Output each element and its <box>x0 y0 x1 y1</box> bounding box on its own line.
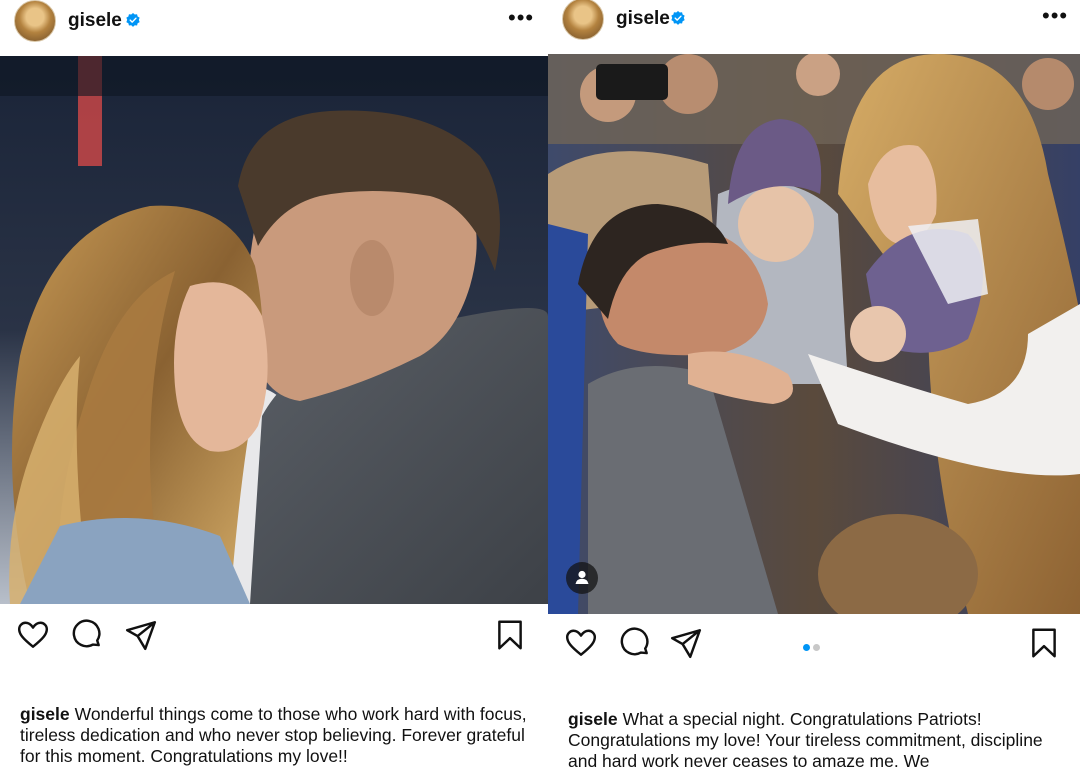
carousel-indicator <box>803 638 823 656</box>
username[interactable]: gisele <box>616 8 670 30</box>
heart-icon[interactable] <box>16 618 50 652</box>
username[interactable]: gisele <box>68 10 122 32</box>
post-photo[interactable] <box>0 56 548 604</box>
post-right: gisele ••• gisele What a special night. … <box>548 0 1080 770</box>
comment-icon[interactable] <box>618 626 652 660</box>
post-photo[interactable] <box>548 54 1080 614</box>
more-options-icon[interactable]: ••• <box>1042 5 1068 27</box>
avatar[interactable] <box>14 0 56 42</box>
photo-illustration <box>548 54 1080 614</box>
caption-text: Wonderful things come to those who work … <box>20 704 527 766</box>
share-icon[interactable] <box>669 626 703 660</box>
caption-username[interactable]: gisele <box>20 704 70 724</box>
carousel-dot-active <box>803 644 810 651</box>
verified-badge-icon <box>671 11 685 25</box>
photo-illustration <box>0 56 548 604</box>
heart-icon[interactable] <box>564 626 598 660</box>
comment-icon[interactable] <box>70 618 104 652</box>
user-tag-icon <box>575 570 589 584</box>
post-header: gisele ••• <box>548 0 1080 56</box>
bookmark-icon[interactable] <box>1027 626 1061 660</box>
caption-text: What a special night. Congratulations Pa… <box>568 709 1043 770</box>
post-left: gisele ••• gisele Wonderful things come … <box>0 0 548 770</box>
post-caption: gisele What a special night. Congratulati… <box>568 709 1066 770</box>
carousel-dot <box>813 644 820 651</box>
verified-badge-icon <box>126 13 140 27</box>
tagged-users-button[interactable] <box>566 562 598 594</box>
more-options-icon[interactable]: ••• <box>508 7 534 29</box>
share-icon[interactable] <box>124 618 158 652</box>
action-bar <box>548 626 1080 666</box>
avatar[interactable] <box>562 0 604 40</box>
bookmark-icon[interactable] <box>493 618 527 652</box>
post-caption: gisele Wonderful things come to those who… <box>20 704 534 767</box>
post-header: gisele ••• <box>0 0 548 56</box>
caption-username[interactable]: gisele <box>568 709 618 729</box>
action-bar <box>0 618 548 658</box>
